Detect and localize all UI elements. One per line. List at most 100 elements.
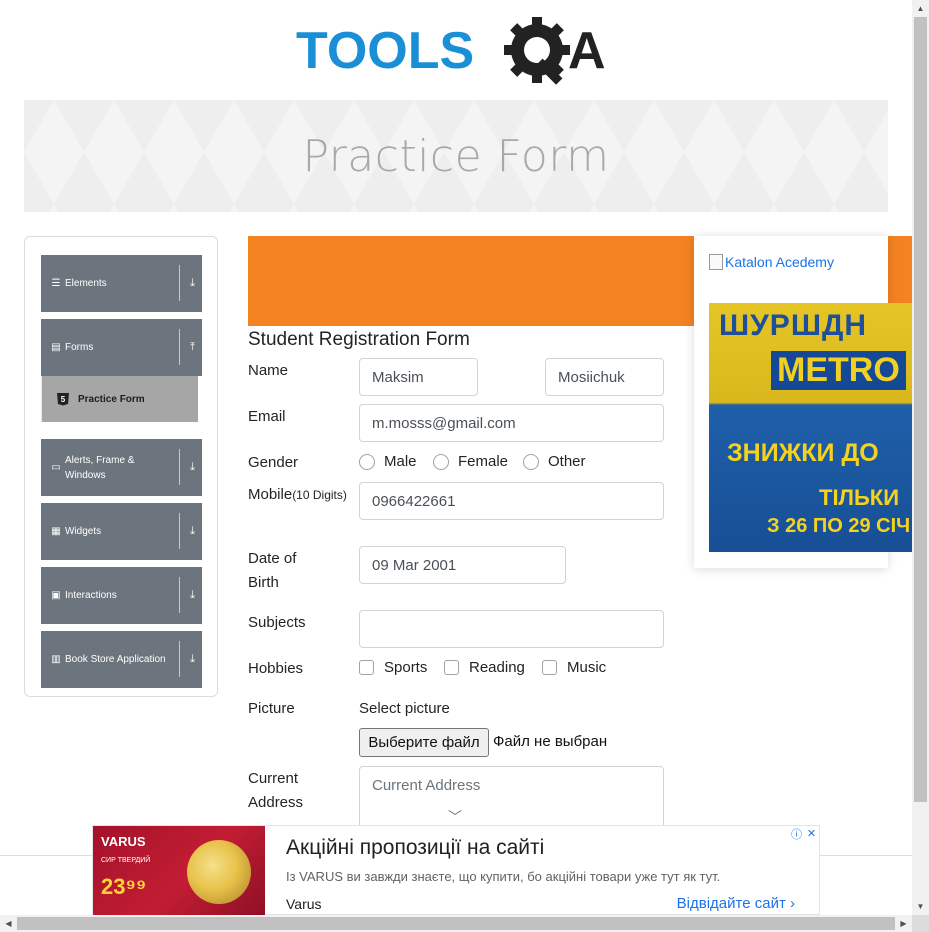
email-input[interactable]: m.mosss@gmail.com <box>359 404 664 442</box>
checkbox-label: Reading <box>469 659 525 676</box>
metro-ad-line4: ТІЛЬКИ <box>819 485 900 510</box>
horizontal-scrollbar[interactable]: ◀ ▶ <box>0 915 912 932</box>
broken-image-icon <box>709 254 723 270</box>
books-icon: ▥ <box>51 654 61 665</box>
scrollbar-corner <box>912 915 929 932</box>
metro-ad-line3: ЗНИЖКИ ДО <box>727 439 879 467</box>
varus-product-tag: СИР ТВЕРДИЙ <box>101 857 151 864</box>
hobby-checkbox-sports[interactable]: Sports <box>359 659 427 676</box>
hobby-checkbox-reading[interactable]: Reading <box>444 659 525 676</box>
picture-label: Picture <box>248 700 295 717</box>
mobile-label: Mobile(10 Digits) <box>248 483 347 507</box>
hobbies-label: Hobbies <box>248 660 304 677</box>
current-address-textarea[interactable]: Current Address ﹀ <box>359 766 664 834</box>
radio-circle[interactable] <box>359 453 375 470</box>
sidebar-group-widgets[interactable]: ▦ Widgets ⤓ <box>41 503 202 560</box>
subjects-input[interactable] <box>359 610 664 648</box>
checkbox-box[interactable] <box>359 660 374 675</box>
sidebar-group-label: Interactions <box>65 590 117 601</box>
html5-icon: 5 <box>57 392 69 406</box>
ad-advertiser: Varus <box>286 896 322 912</box>
checkbox-label: Sports <box>384 659 428 676</box>
chevron-down-icon: ⤓ <box>190 461 195 473</box>
document-icon: ▤ <box>51 342 61 353</box>
scroll-down-icon[interactable]: ▼ <box>912 898 929 915</box>
window-icon: ▭ <box>51 462 61 473</box>
mobile-input[interactable]: 0966422661 <box>359 482 664 520</box>
sidebar-item-practice-form[interactable]: 5 Practice Form <box>41 376 198 422</box>
subjects-label: Subjects <box>248 614 306 631</box>
checkbox-label: Music <box>567 659 607 676</box>
bottom-ad[interactable]: VARUS СИР ТВЕРДИЙ 23⁹⁹ Акційні пропозиці… <box>92 825 820 916</box>
checkbox-box[interactable] <box>444 660 459 675</box>
address-label-line1: Current <box>248 770 299 787</box>
gender-radio-other[interactable]: Other <box>523 453 586 470</box>
scroll-up-icon[interactable]: ▲ <box>912 0 929 17</box>
katalon-ad-link[interactable]: Katalon Acedemy <box>709 254 834 270</box>
sidebar-group-elements[interactable]: ☰ Elements ⤓ <box>41 255 202 312</box>
close-icon[interactable]: ✕ <box>804 826 819 841</box>
radio-circle[interactable] <box>523 453 539 470</box>
grid-icon: ▦ <box>51 526 61 537</box>
gender-radio-male[interactable]: Male <box>359 453 417 470</box>
ad-headline[interactable]: Акційні пропозиції на сайті <box>286 836 544 860</box>
hamburger-icon: ☰ <box>51 278 61 289</box>
vertical-scroll-thumb[interactable] <box>914 17 927 802</box>
mobile-hint: (10 Digits) <box>292 488 347 502</box>
page-banner: Practice Form <box>24 100 888 212</box>
address-label-line2: Address <box>248 794 304 811</box>
last-name-input[interactable]: Mosiichuk <box>545 358 664 396</box>
chevron-down-icon: ⤓ <box>190 525 195 537</box>
chevron-down-icon: ⤓ <box>190 277 195 289</box>
chevron-down-icon: ﹀ <box>448 809 462 825</box>
radio-label: Male <box>384 453 417 470</box>
sidebar-group-label: Alerts, Frame & Windows <box>65 454 135 481</box>
varus-ad-image[interactable]: VARUS СИР ТВЕРДИЙ 23⁹⁹ <box>93 826 265 916</box>
varus-price: 23⁹⁹ <box>101 874 147 899</box>
sidebar-group-interactions[interactable]: ▣ Interactions ⤓ <box>41 567 202 624</box>
vertical-scrollbar[interactable]: ▲ ▼ <box>912 0 929 915</box>
metro-ad-logo: METRO <box>771 351 906 390</box>
logo-text-tools: TOOLS <box>296 22 474 80</box>
dob-label-line1: Date of <box>248 550 297 567</box>
choose-file-button[interactable]: Выберите файл <box>359 728 489 757</box>
checkbox-box[interactable] <box>542 660 557 675</box>
chevron-right-icon: › <box>790 895 795 912</box>
gender-label: Gender <box>248 454 299 471</box>
radio-circle[interactable] <box>433 453 449 470</box>
ad-description: Із VARUS ви завжди знаєте, що купити, бо… <box>286 869 721 884</box>
hobby-checkbox-music[interactable]: Music <box>542 659 606 676</box>
varus-logo: VARUS <box>101 834 146 849</box>
ad-visit-site-link[interactable]: Відвідайте сайт › <box>677 895 795 912</box>
info-icon[interactable]: ⓘ <box>789 826 804 841</box>
mobile-label-text: Mobile <box>248 486 293 503</box>
chevron-down-icon: ⤓ <box>190 653 195 665</box>
radio-label: Female <box>458 453 509 470</box>
toolsqa-logo[interactable]: TOOLS A <box>296 14 622 90</box>
chevron-down-icon: ⤓ <box>190 589 195 601</box>
sidebar-group-label: Book Store Application <box>65 654 166 665</box>
sidebar-group-label: Widgets <box>65 526 102 537</box>
dob-label-line2: Birth <box>248 574 279 591</box>
horizontal-scroll-thumb[interactable] <box>17 917 895 930</box>
sidebar-group-alerts[interactable]: ▭ Alerts, Frame & Windows ⤓ <box>41 439 202 496</box>
first-name-input[interactable]: Maksim <box>359 358 478 396</box>
logo-text-a: A <box>568 22 606 80</box>
sidebar-item-label: Practice Form <box>78 393 145 405</box>
date-of-birth-input[interactable]: 09 Mar 2001 <box>359 546 566 584</box>
gear-icon <box>504 17 570 85</box>
sidebar-group-label: Elements <box>65 278 107 289</box>
gender-radio-female[interactable]: Female <box>433 453 508 470</box>
scroll-right-icon[interactable]: ▶ <box>895 915 912 932</box>
scroll-left-icon[interactable]: ◀ <box>0 915 17 932</box>
interaction-icon: ▣ <box>51 590 61 601</box>
sidebar-group-book-store[interactable]: ▥ Book Store Application ⤓ <box>41 631 202 688</box>
sidebar-group-forms[interactable]: ▤ Forms ⤒ <box>41 319 202 376</box>
cheese-image <box>187 840 251 904</box>
form-title: Student Registration Form <box>248 329 470 350</box>
textarea-placeholder: Current Address <box>372 777 481 794</box>
metro-ad-image[interactable]: ШУРШДН METRO ЗНИЖКИ ДО ТІЛЬКИ З 26 ПО 29… <box>709 303 912 552</box>
sidebar: ☰ Elements ⤓ ▤ Forms ⤒ 5 Practice Form ▭… <box>24 236 218 697</box>
select-picture-label: Select picture <box>359 700 450 717</box>
radio-label: Other <box>548 453 586 470</box>
